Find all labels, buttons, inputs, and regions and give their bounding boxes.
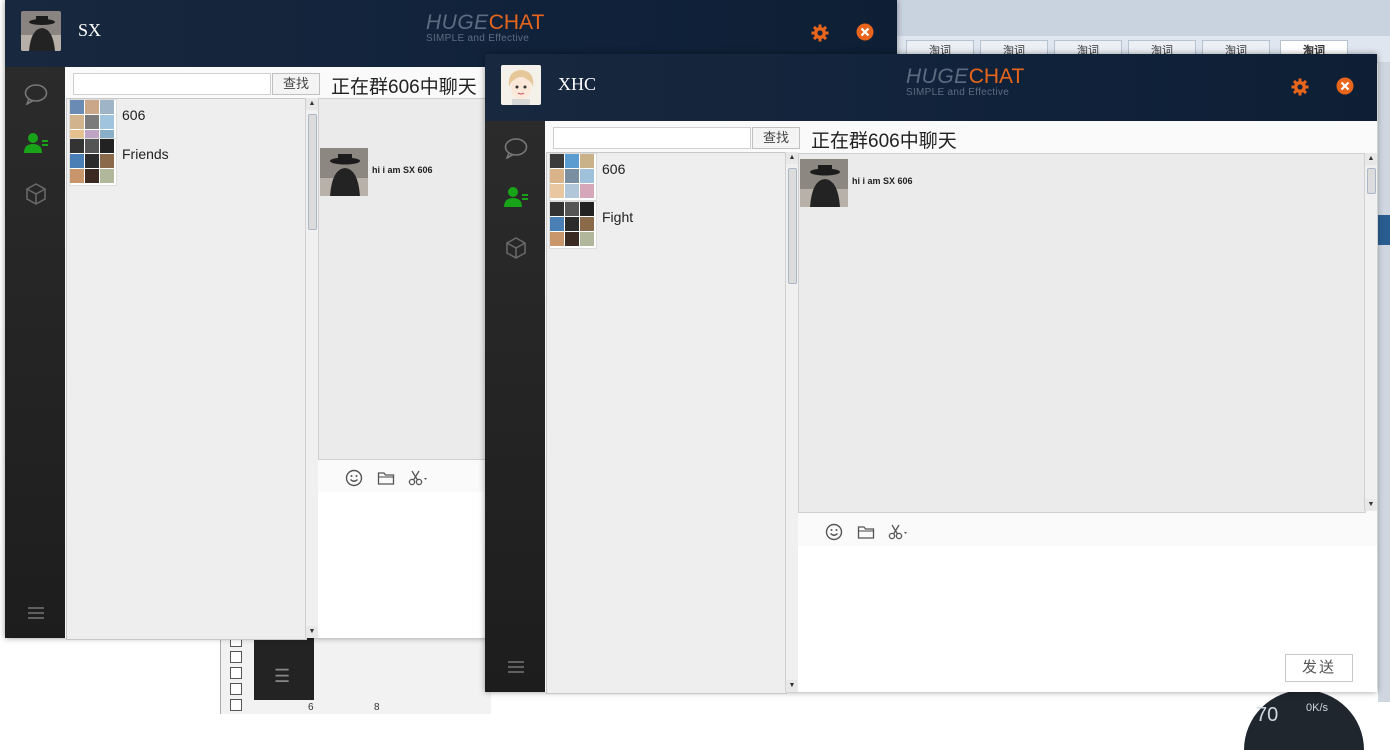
list-item-group[interactable]: 606 (549, 153, 626, 201)
sidebar (5, 67, 65, 638)
folder-icon[interactable] (375, 468, 397, 488)
group-avatar-grid (549, 201, 597, 249)
background-window-titlebar (896, 0, 1390, 36)
background-number: 6 (308, 702, 314, 713)
chat-window-xhc: XHC HUGECHAT SIMPLE and Effective 查找 正在群… (485, 54, 1377, 694)
background-sidebar: ☰ (254, 638, 314, 700)
scroll-down-arrow-icon[interactable]: ▼ (306, 626, 318, 638)
scroll-up-arrow-icon[interactable]: ▲ (306, 98, 318, 110)
background-scrollbar (1378, 62, 1390, 702)
avatar (320, 148, 368, 196)
gauge-speed: 0K/s (1306, 702, 1329, 714)
group-list-scrollbar[interactable]: ▲ ▼ (305, 98, 318, 638)
avatar[interactable] (501, 65, 541, 105)
group-list: 606 Fight (546, 152, 787, 694)
username: XHC (558, 74, 597, 94)
logo-slogan: SIMPLE and Effective (426, 33, 530, 44)
message-area: hi i am SX 606 (318, 98, 492, 460)
scroll-down-arrow-icon[interactable]: ▼ (1365, 499, 1377, 511)
chat-title: 正在群606中聊天 (331, 77, 477, 98)
logo-huge: HUGE (426, 11, 489, 34)
group-avatar-grid (69, 138, 117, 186)
scroll-thumb[interactable] (1367, 168, 1376, 194)
settings-gear-icon[interactable] (1290, 77, 1310, 97)
contacts-icon[interactable] (503, 184, 529, 210)
gauge-value: 70 (1256, 704, 1279, 726)
list-item-group[interactable]: Fight (549, 201, 634, 249)
group-label: Friends (122, 146, 169, 162)
menu-icon: ☰ (274, 666, 291, 686)
background-checkbox[interactable] (230, 699, 242, 711)
menu-icon[interactable] (23, 600, 49, 626)
message-scrollbar[interactable]: ▲ ▼ (1364, 153, 1377, 511)
folder-icon[interactable] (855, 522, 877, 542)
menu-icon[interactable] (503, 654, 529, 680)
message-input[interactable] (318, 492, 490, 638)
close-icon[interactable] (1335, 76, 1355, 96)
emoji-icon[interactable] (343, 468, 365, 488)
username: SX (78, 20, 102, 40)
search-input[interactable] (73, 73, 271, 95)
message-text: hi i am SX 606 (372, 165, 433, 175)
message-item: hi i am SX 606 (320, 148, 433, 196)
group-label: Fight (602, 209, 634, 225)
avatar (800, 159, 848, 207)
search-button[interactable]: 查找 (752, 127, 800, 149)
background-numbers: 6 8 (254, 702, 490, 714)
message-text: hi i am SX 606 (852, 176, 913, 186)
group-label: 606 (602, 161, 626, 177)
background-checkboxes (226, 632, 252, 715)
group-list: 606 Friends (66, 98, 307, 640)
app-logo: HUGECHAT SIMPLE and Effective (426, 11, 544, 44)
send-button[interactable]: 发送 (1285, 654, 1353, 682)
background-number: 8 (374, 702, 380, 713)
group-label: 606 (122, 107, 146, 123)
window-header: XHC HUGECHAT SIMPLE and Effective (485, 54, 1377, 121)
app-logo: HUGECHAT SIMPLE and Effective (906, 65, 1024, 98)
scroll-up-arrow-icon[interactable]: ▲ (786, 152, 798, 164)
cube-apps-icon[interactable] (503, 235, 529, 261)
chat-bubble-icon[interactable] (503, 135, 529, 161)
logo-chat: CHAT (488, 11, 545, 34)
emoji-icon[interactable] (823, 522, 845, 542)
network-speed-gauge: 70 0K/s (1244, 690, 1364, 750)
background-checkbox[interactable] (230, 667, 242, 679)
scroll-thumb[interactable] (308, 114, 317, 230)
background-blue-bar (1378, 215, 1390, 245)
background-checkbox[interactable] (230, 683, 242, 695)
logo-slogan: SIMPLE and Effective (906, 87, 1010, 98)
search-input[interactable] (553, 127, 751, 149)
scroll-up-arrow-icon[interactable]: ▲ (1365, 153, 1377, 165)
scroll-thumb[interactable] (788, 168, 797, 284)
avatar[interactable] (21, 11, 61, 51)
contacts-icon[interactable] (23, 130, 49, 156)
list-item-group[interactable]: Friends (69, 138, 169, 186)
chat-bubble-icon[interactable] (23, 81, 49, 107)
logo-huge: HUGE (906, 65, 969, 88)
group-list-scrollbar[interactable]: ▲ ▼ (785, 152, 798, 692)
scissors-screenshot-icon[interactable] (887, 522, 909, 542)
scroll-down-arrow-icon[interactable]: ▼ (786, 680, 798, 692)
settings-gear-icon[interactable] (810, 23, 830, 43)
scissors-screenshot-icon[interactable] (407, 468, 429, 488)
group-avatar-grid (549, 153, 597, 201)
input-toolbar (343, 468, 429, 488)
search-button[interactable]: 查找 (272, 73, 320, 95)
background-checkbox[interactable] (230, 651, 242, 663)
message-item: hi i am SX 606 (800, 159, 913, 207)
close-icon[interactable] (855, 22, 875, 42)
cube-apps-icon[interactable] (23, 181, 49, 207)
chat-title: 正在群606中聊天 (811, 131, 957, 152)
sidebar (485, 121, 545, 692)
logo-chat: CHAT (968, 65, 1025, 88)
input-toolbar (823, 522, 909, 542)
message-area: hi i am SX 606 (798, 153, 1366, 513)
